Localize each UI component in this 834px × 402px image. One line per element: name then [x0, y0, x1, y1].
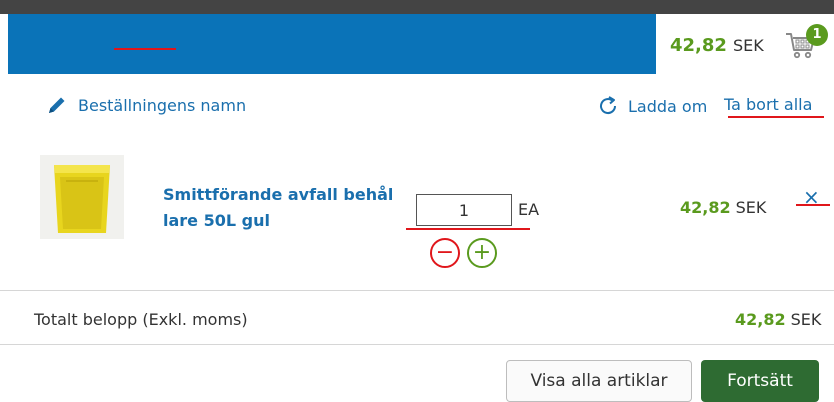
cart-total-amount: 42,82 [670, 35, 727, 56]
top-dark-bar [0, 0, 834, 14]
reload-label: Ladda om [628, 96, 708, 116]
remove-all-underline [728, 116, 824, 118]
continue-button[interactable]: Fortsätt [701, 360, 819, 402]
line-price-amount: 42,82 [680, 198, 731, 217]
order-name-link[interactable]: Beställningens namn [46, 94, 246, 116]
product-name-line2: lare 50L gul [163, 211, 270, 230]
line-price: 42,82 SEK [680, 198, 766, 217]
pencil-icon [49, 97, 65, 113]
remove-item-underline [796, 204, 830, 206]
product-image[interactable] [40, 155, 124, 239]
mini-cart[interactable]: 42,82 SEK 1 [656, 14, 834, 74]
divider [0, 290, 834, 291]
total-amount-currency: SEK [790, 310, 822, 329]
line-price-currency: SEK [735, 198, 767, 217]
product-name-line1: Smittförande avfall behål [163, 185, 394, 204]
remove-all-link[interactable]: Ta bort alla [724, 95, 812, 114]
total-label: Totalt belopp (Exkl. moms) [34, 310, 248, 329]
cart-count-badge: 1 [806, 24, 828, 46]
divider [0, 344, 834, 345]
quantity-input[interactable] [416, 194, 512, 226]
quantity-underline [406, 228, 530, 230]
header-banner [8, 14, 656, 74]
refresh-icon [600, 96, 617, 115]
total-amount-value: 42,82 [735, 310, 786, 329]
cart-total: 42,82 SEK [670, 35, 764, 56]
order-name-label: Beställningens namn [78, 95, 247, 115]
product-name-link[interactable]: Smittförande avfall behål lare 50L gul [163, 182, 403, 234]
plus-icon: + [472, 240, 492, 265]
increase-quantity-button[interactable]: + [467, 238, 497, 268]
unit-label: EA [518, 200, 540, 219]
reload-link[interactable]: Ladda om [596, 94, 707, 118]
minus-icon: − [435, 240, 455, 265]
view-all-items-button[interactable]: Visa alla artiklar [506, 360, 692, 402]
cart-total-currency: SEK [732, 36, 764, 55]
cart-underline [114, 48, 176, 50]
decrease-quantity-button[interactable]: − [430, 238, 460, 268]
total-amount: 42,82 SEK [735, 310, 821, 329]
